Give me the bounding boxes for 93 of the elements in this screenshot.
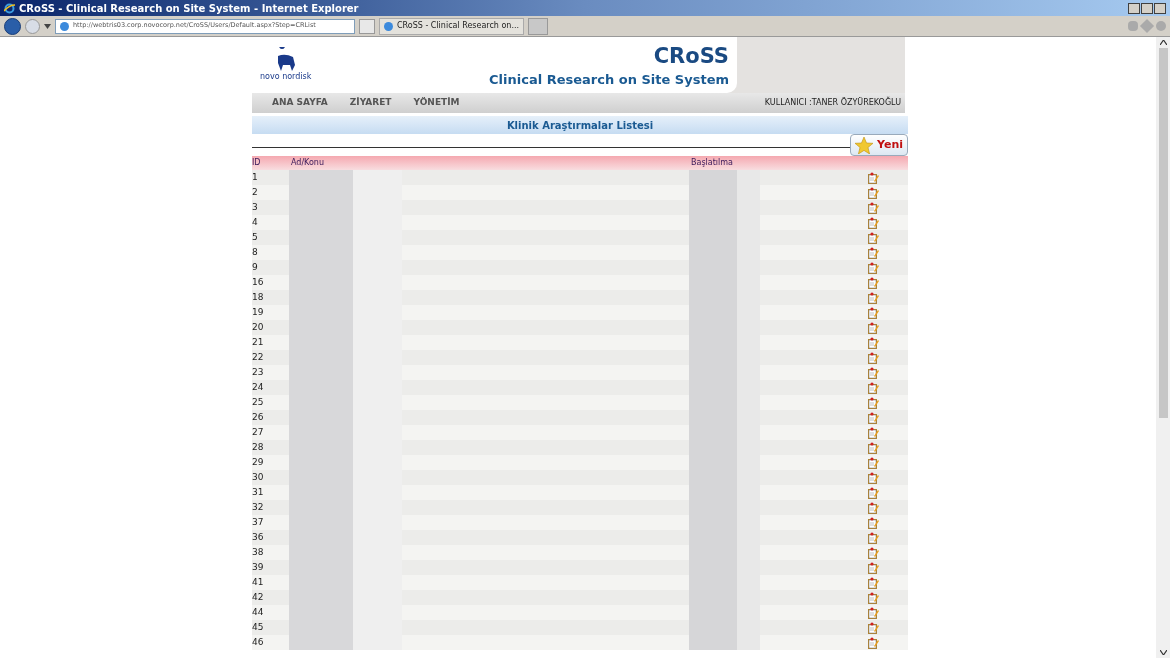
nav-link[interactable]: ANA SAYFA [272, 96, 328, 110]
id-cell-text: 25 [252, 395, 265, 409]
id-cell-text: 32 [252, 500, 265, 514]
clipboard-edit-icon[interactable] [867, 516, 879, 529]
clipboard-edit-icon[interactable] [867, 636, 879, 649]
id-cell-text: 38 [252, 545, 265, 559]
clipboard-edit-icon[interactable] [867, 321, 879, 334]
clipboard-edit-icon[interactable] [867, 306, 879, 319]
clipboard-edit-icon[interactable] [867, 501, 879, 514]
browser-tab[interactable]: CRoSS - Clinical Research on... [379, 17, 525, 35]
window-title: CRoSS - Clinical Research on Site System - Internet Explorer [19, 1, 359, 16]
id-cell-text: 8 [252, 245, 259, 259]
id-cell-text: 20 [252, 320, 265, 334]
id-cell-text: 46 [252, 635, 265, 649]
clipboard-edit-icon[interactable] [867, 606, 879, 619]
id-cell-text: 21 [252, 335, 265, 349]
clipboard-edit-icon[interactable] [867, 591, 879, 604]
close-button[interactable] [1154, 2, 1166, 14]
id-cell-text: 22 [252, 350, 265, 364]
clipboard-edit-icon[interactable] [867, 441, 879, 454]
id-cell-text: 5 [252, 230, 259, 244]
clipboard-edit-icon[interactable] [867, 351, 879, 364]
clipboard-edit-icon[interactable] [867, 366, 879, 379]
clipboard-edit-icon[interactable] [867, 396, 879, 409]
id-cell-text: 41 [252, 575, 265, 589]
list-title: Klinik Araştırmalar Listesi [506, 118, 654, 133]
id-cell-text: 19 [252, 305, 265, 319]
star-icon [854, 136, 873, 154]
clipboard-edit-icon[interactable] [867, 276, 879, 289]
id-cell-text: 37 [252, 515, 265, 529]
column-header: ID [252, 157, 262, 169]
nav-link[interactable]: YÖNETİM [413, 96, 460, 110]
clipboard-edit-icon[interactable] [867, 246, 879, 259]
id-cell-text: 29 [252, 455, 265, 469]
id-cell-text: 45 [252, 620, 265, 634]
redacted-block [289, 635, 353, 650]
column-header: Ad/Konu [291, 157, 325, 169]
tab-title: CRoSS - Clinical Research on... [397, 20, 520, 32]
id-cell-text: 28 [252, 440, 265, 454]
page-icon [384, 21, 393, 31]
id-cell-text: 16 [252, 275, 265, 289]
user-label: KULLANICI :TANER ÖZYÜREKOĞLU [764, 97, 901, 109]
clipboard-edit-icon[interactable] [867, 531, 879, 544]
new-button[interactable]: Yeni [849, 134, 908, 156]
clipboard-edit-icon[interactable] [867, 171, 879, 184]
minimize-button[interactable] [1128, 2, 1140, 14]
app-subtitle: Clinical Research on Site System [489, 70, 729, 89]
clipboard-edit-icon[interactable] [867, 576, 879, 589]
page-icon [60, 21, 69, 31]
id-cell-text: 39 [252, 560, 265, 574]
nav-link[interactable]: ZİYARET [349, 96, 392, 110]
clipboard-edit-icon[interactable] [867, 471, 879, 484]
logo-text: novo nordisk [260, 73, 312, 81]
id-cell-text: 18 [252, 290, 265, 304]
clipboard-edit-icon[interactable] [867, 426, 879, 439]
app-name: CRoSS [653, 43, 729, 70]
id-cell-text: 9 [252, 260, 259, 274]
clipboard-edit-icon[interactable] [867, 381, 879, 394]
id-cell-text: 1 [252, 170, 259, 184]
scroll-down-icon[interactable] [1159, 650, 1167, 655]
id-cell-text: 2 [252, 185, 259, 199]
column-header: Başlatılma [691, 157, 733, 169]
clipboard-edit-icon[interactable] [867, 336, 879, 349]
id-cell-text: 23 [252, 365, 265, 379]
clipboard-edit-icon[interactable] [867, 621, 879, 634]
clipboard-edit-icon[interactable] [867, 486, 879, 499]
redacted-block [289, 170, 353, 185]
id-cell-text: 31 [252, 485, 265, 499]
id-cell-text: 24 [252, 380, 265, 394]
clipboard-edit-icon[interactable] [867, 546, 879, 559]
id-cell-text: 44 [252, 605, 265, 619]
scroll-thumb[interactable] [1158, 48, 1168, 418]
clipboard-edit-icon[interactable] [867, 231, 879, 244]
clipboard-edit-icon[interactable] [867, 291, 879, 304]
id-cell-text: 30 [252, 470, 265, 484]
maximize-button[interactable] [1141, 2, 1153, 14]
id-cell-text: 42 [252, 590, 265, 604]
id-cell-text: 4 [252, 215, 259, 229]
id-cell-text: 3 [252, 200, 259, 214]
clipboard-edit-icon[interactable] [867, 456, 879, 469]
scroll-up-icon[interactable] [1159, 40, 1167, 45]
id-cell-text: 27 [252, 425, 265, 439]
dropdown-caret-icon[interactable] [44, 23, 51, 29]
clipboard-edit-icon[interactable] [867, 201, 879, 214]
clipboard-edit-icon[interactable] [867, 561, 879, 574]
back-button[interactable] [4, 17, 21, 35]
clipboard-edit-icon[interactable] [867, 261, 879, 274]
id-cell-text: 36 [252, 530, 265, 544]
clipboard-edit-icon[interactable] [867, 216, 879, 229]
clipboard-edit-icon[interactable] [867, 186, 879, 199]
ie-icon [4, 2, 15, 14]
clipboard-edit-icon[interactable] [867, 411, 879, 424]
id-cell-text: 26 [252, 410, 265, 424]
